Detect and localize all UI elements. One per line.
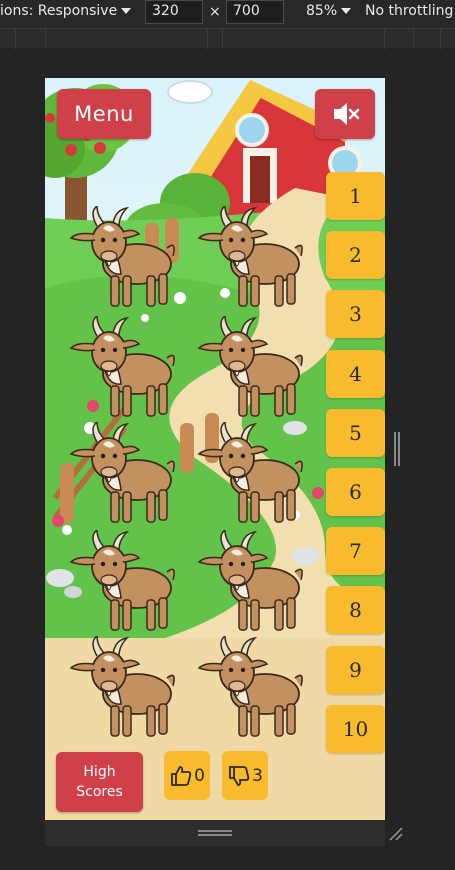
goat-sprite[interactable]	[195, 528, 307, 634]
goat-sprite[interactable]	[67, 420, 179, 526]
mute-button[interactable]	[315, 89, 375, 139]
level-button-5[interactable]: 5	[326, 408, 385, 457]
throttling-dropdown[interactable]: No throttling	[365, 3, 453, 19]
chevron-down-icon	[121, 8, 132, 14]
thumbs-up-button[interactable]: 0	[164, 751, 210, 800]
thumbs-up-count: 0	[194, 765, 205, 786]
goat-sprite[interactable]	[67, 528, 179, 634]
goat-sprite[interactable]	[195, 314, 307, 420]
level-button-9[interactable]: 9	[326, 645, 385, 694]
level-button-7[interactable]: 7	[326, 527, 385, 576]
level-button-2[interactable]: 2	[326, 231, 385, 280]
dimensions-dropdown[interactable]: ions: Responsive	[0, 3, 132, 19]
thumbs-down-button[interactable]: 3	[222, 751, 268, 800]
devtools-ruler	[0, 28, 455, 49]
thumbs-down-count: 3	[252, 765, 263, 786]
level-button-4[interactable]: 4	[326, 349, 385, 398]
height-input[interactable]: 700	[226, 0, 284, 24]
goat-sprite[interactable]	[67, 204, 179, 310]
resize-handle-right[interactable]	[394, 432, 400, 466]
thumbs-up-icon	[171, 765, 192, 786]
speaker-muted-icon	[334, 103, 360, 125]
goat-sprite[interactable]	[195, 420, 307, 526]
goat-sprite[interactable]	[67, 314, 179, 420]
level-button-1[interactable]: 1	[326, 172, 385, 220]
level-button-8[interactable]: 8	[326, 586, 385, 635]
goat-sprite[interactable]	[195, 634, 307, 740]
zoom-dropdown[interactable]: 85%	[306, 3, 352, 19]
game-viewport: Menu 1 2 3 4 5 6 7 8 9 10 High Scores 0 …	[45, 78, 385, 820]
menu-button[interactable]: Menu	[57, 89, 151, 139]
resize-handle-bottom[interactable]	[198, 830, 232, 836]
level-button-6[interactable]: 6	[326, 468, 385, 516]
high-scores-button[interactable]: High Scores	[56, 752, 143, 812]
dimensions-label: ions: Responsive	[0, 3, 118, 19]
devtools-toolbar: ions: Responsive 320 × 700 85% No thrott…	[0, 0, 455, 28]
chevron-down-icon	[341, 8, 352, 14]
width-input[interactable]: 320	[145, 0, 203, 24]
goat-sprite[interactable]	[67, 634, 179, 740]
high-scores-label-line2: Scores	[76, 784, 123, 800]
resize-handle-corner[interactable]	[388, 826, 404, 842]
level-button-10[interactable]: 10	[326, 704, 385, 753]
zoom-label: 85%	[306, 3, 338, 19]
level-button-3[interactable]: 3	[326, 290, 385, 339]
thumbs-down-icon	[229, 765, 250, 786]
goat-sprite[interactable]	[195, 204, 307, 310]
high-scores-label-line1: High	[83, 764, 116, 780]
times-label: ×	[209, 4, 221, 20]
